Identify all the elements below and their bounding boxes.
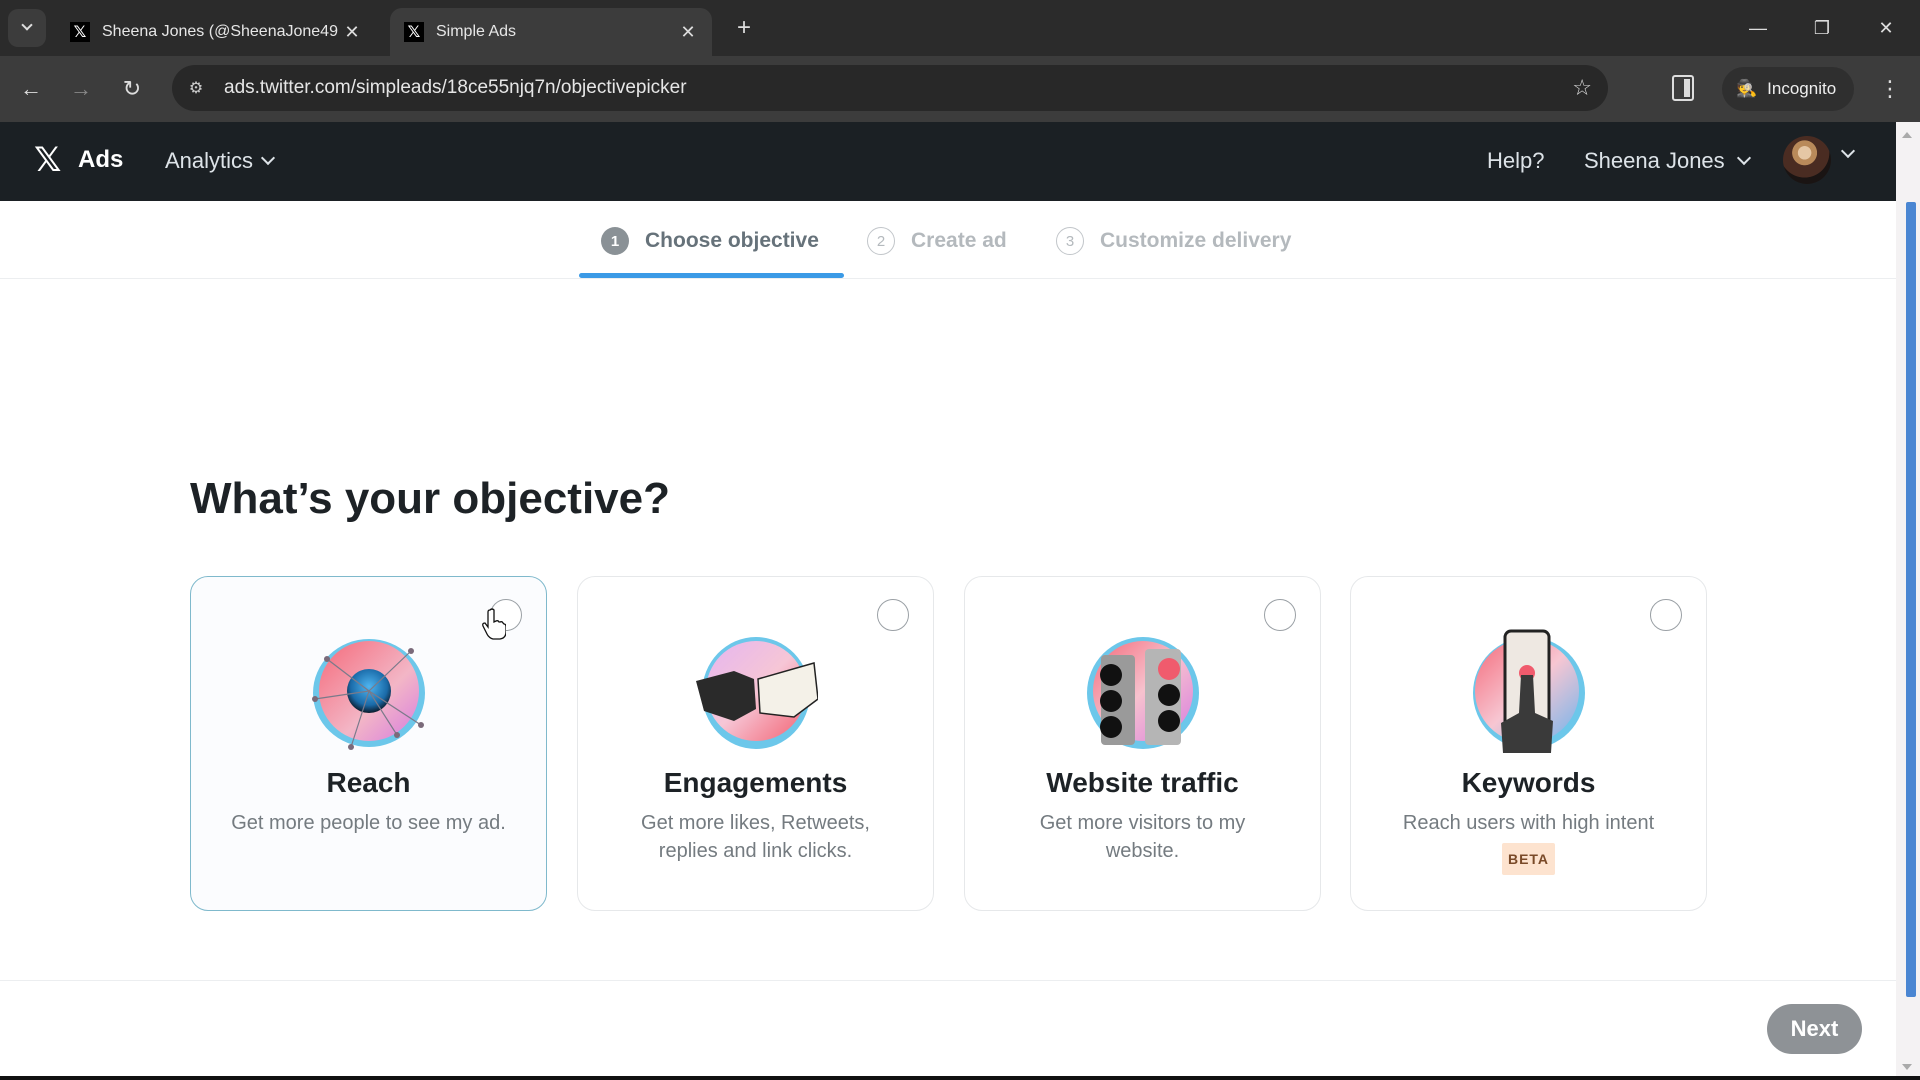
step-customize-delivery[interactable]: 3 Customize delivery [1056,227,1291,255]
incognito-badge[interactable]: 🕵 Incognito [1722,67,1855,111]
x-logo-icon: 𝕏 [70,22,90,42]
objective-description: Get more people to see my ad. [231,812,506,834]
scroll-up-arrow-icon[interactable] [1902,132,1912,138]
step-number: 1 [601,227,629,255]
objective-description: Get more likes, Retweets, replies and li… [641,812,870,862]
minimize-icon[interactable]: — [1738,10,1778,46]
avatar[interactable] [1783,136,1831,184]
scroll-down-arrow-icon[interactable] [1902,1064,1912,1070]
tab-title: Simple Ads [436,23,517,40]
active-step-indicator [579,273,844,278]
incognito-label: Incognito [1767,79,1837,98]
footer-divider [0,980,1896,981]
close-window-icon[interactable]: ✕ [1866,10,1906,46]
browser-tab-active[interactable]: 𝕏 Simple Ads ✕ [390,8,712,56]
fist-bump-illustration-icon [695,637,818,749]
incognito-icon: 🕵 [1736,79,1758,98]
page-scrollbar[interactable] [1896,122,1920,1080]
beta-badge: BETA [1501,843,1556,875]
user-name: Sheena Jones [1584,148,1725,173]
app-header: 𝕏 Ads Analytics Help? Sheena Jones [0,122,1896,201]
objective-description: Get more visitors to my website. [1039,812,1246,862]
objective-description: Reach users with high intent BETA [1391,809,1666,875]
x-logo-icon[interactable]: 𝕏 [34,142,66,178]
hand-pointer-cursor-icon [482,608,506,640]
browser-tab-bar: 𝕏 Sheena Jones (@SheenaJone49 ✕ 𝕏 Simple… [0,0,1920,56]
step-create-ad[interactable]: 2 Create ad [867,227,1007,255]
step-number: 2 [867,227,895,255]
account-menu[interactable]: Sheena Jones [1584,148,1751,174]
chevron-down-icon[interactable] [1840,143,1856,159]
scroll-thumb[interactable] [1906,202,1916,997]
analytics-label: Analytics [165,148,254,173]
objective-description-text: Reach users with high intent [1402,812,1655,834]
step-choose-objective[interactable]: 1 Choose objective [601,227,819,255]
objective-name: Keywords [1461,767,1596,798]
objective-card-keywords[interactable]: Keywords Reach users with high intent BE… [1350,576,1707,911]
bookmark-star-icon[interactable]: ☆ [1572,75,1592,101]
step-number: 3 [1056,227,1084,255]
help-link[interactable]: Help? [1487,148,1544,174]
chevron-down-icon [21,19,33,31]
objective-radio[interactable] [1650,599,1682,631]
phone-tap-illustration-icon [1472,629,1585,753]
step-label: Customize delivery [1100,229,1292,252]
address-bar[interactable]: ⚙ ads.twitter.com/simpleads/18ce55njq7n/… [172,65,1608,111]
taskbar-edge [0,1076,1920,1080]
side-panel-icon[interactable] [1672,75,1694,101]
close-tab-icon[interactable]: ✕ [342,22,362,43]
new-tab-button[interactable]: + [730,14,758,42]
traffic-light-illustration-icon [1086,637,1199,749]
chevron-down-icon [1736,150,1751,166]
reach-illustration-icon [311,639,425,750]
objective-name: Website traffic [1046,767,1239,798]
page-title: What’s your objective? [190,474,671,523]
progress-stepper: 1 Choose objective 2 Create ad 3 Customi… [0,201,1896,279]
objective-radio[interactable] [877,599,909,631]
browser-toolbar: ← → ↻ ⚙ ads.twitter.com/simpleads/18ce55… [0,56,1920,122]
forward-icon[interactable]: → [65,73,97,105]
site-settings-icon[interactable]: ⚙ [176,68,216,108]
objective-name: Reach [326,767,411,798]
objective-name: Engagements [663,767,848,798]
reload-icon[interactable]: ↻ [116,73,148,105]
restore-icon[interactable]: ❐ [1802,10,1842,46]
browser-menu-icon[interactable]: ⋮ [1878,73,1902,105]
step-label: Create ad [911,229,1007,252]
close-tab-icon[interactable]: ✕ [678,22,698,43]
next-button[interactable]: Next [1767,1004,1862,1054]
back-icon[interactable]: ← [15,73,47,105]
product-name[interactable]: Ads [78,146,123,174]
objective-card-engagements[interactable]: Engagements Get more likes, Retweets, re… [577,576,934,911]
analytics-menu[interactable]: Analytics [165,148,276,174]
chevron-down-icon [260,150,276,166]
objective-card-website-traffic[interactable]: Website traffic Get more visitors to my … [964,576,1321,911]
objective-radio[interactable] [1264,599,1296,631]
tab-search-button[interactable] [8,9,46,47]
tab-title: Sheena Jones (@SheenaJone49 [102,23,338,40]
browser-tab[interactable]: 𝕏 Sheena Jones (@SheenaJone49 ✕ [56,8,376,56]
x-logo-icon: 𝕏 [404,22,424,42]
step-label: Choose objective [645,229,819,252]
url-text[interactable]: ads.twitter.com/simpleads/18ce55njq7n/ob… [224,77,1572,99]
